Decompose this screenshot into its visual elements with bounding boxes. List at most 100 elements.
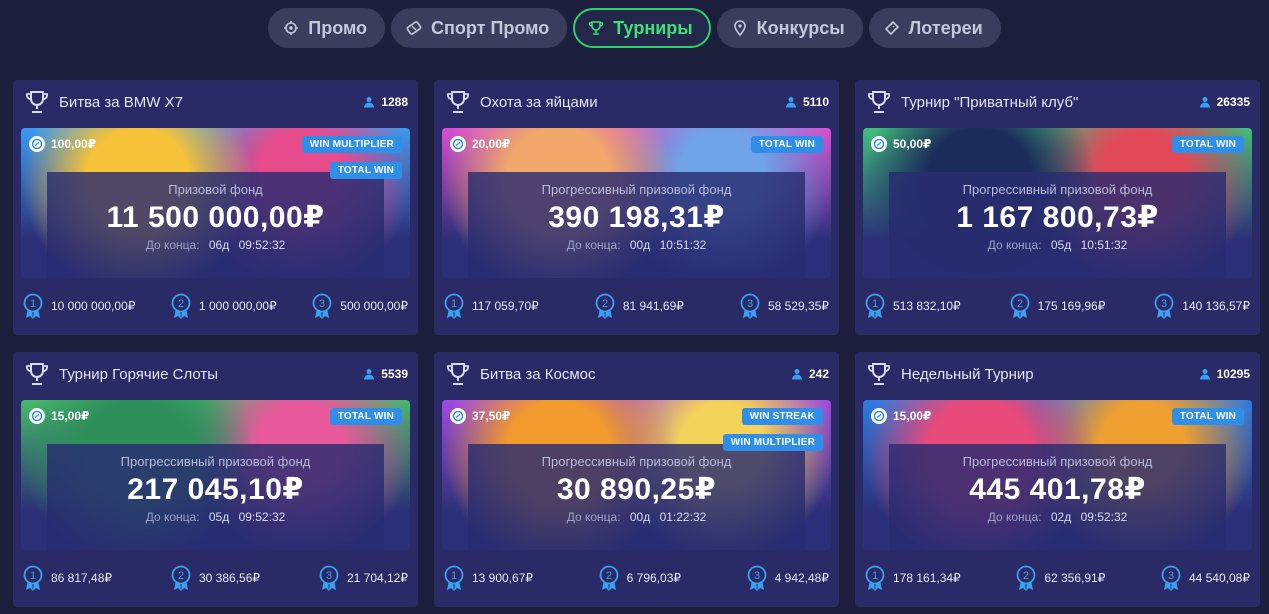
- prize-amount: 175 169,96₽: [1037, 299, 1106, 313]
- bet-value: 15,00₽: [51, 409, 90, 423]
- prize-places: 1 10 000 000,00₽ 2 1 000 000,00₽ 3 500 000,00…: [23, 292, 408, 320]
- tournament-banner[interactable]: 37,50₽ WIN STREAK WIN MULTIPLIER Прогресс…: [442, 400, 831, 550]
- svg-text:2: 2: [1023, 570, 1029, 582]
- countdown: До конца: 06д 09:52:32: [21, 238, 410, 252]
- tournament-card[interactable]: Охота за яйцами 5110 20,00₽ TOTAL WIN Пр…: [434, 80, 839, 335]
- tab-contests[interactable]: Конкурсы: [716, 8, 863, 48]
- tab-label: Турниры: [613, 17, 693, 38]
- prize-place-3: 3 58 529,35₽: [740, 293, 829, 319]
- medal-1-icon: 1: [865, 565, 885, 591]
- tournament-card[interactable]: Битва за BMW X7 1288 100,00₽ WIN MULTIPL…: [13, 80, 418, 335]
- prize-place-1: 1 513 832,10₽: [865, 293, 961, 319]
- medal-3-icon: 3: [747, 565, 767, 591]
- card-header: Турнир "Приватный клуб" 26335: [865, 88, 1250, 116]
- countdown-days: 05д: [1050, 238, 1072, 252]
- tab-promo[interactable]: Промо: [268, 8, 386, 48]
- prize-place-1: 1 86 817,48₽: [23, 565, 112, 591]
- tab-sport-promo[interactable]: Спорт Промо: [391, 8, 568, 48]
- tournament-banner[interactable]: 100,00₽ WIN MULTIPLIER TOTAL WIN Призовой…: [21, 128, 410, 278]
- svg-text:2: 2: [606, 570, 612, 582]
- coin-icon: [29, 408, 45, 424]
- card-header: Турнир Горячие Слоты 5539: [23, 360, 408, 388]
- countdown-label: До конца:: [566, 510, 621, 524]
- prize-fund-label: Прогрессивный призовой фонд: [962, 454, 1153, 469]
- prize-fund-label: Прогрессивный призовой фонд: [541, 454, 732, 469]
- tab-lotteries[interactable]: Лотереи: [868, 8, 1001, 48]
- players-value: 5110: [802, 95, 829, 109]
- bet-value: 37,50₽: [472, 409, 511, 423]
- countdown-days: 00д: [629, 238, 651, 252]
- tournament-banner[interactable]: 50,00₽ TOTAL WIN Прогрессивный призовой …: [863, 128, 1252, 278]
- countdown-time: 10:51:32: [1080, 238, 1128, 252]
- prize-place-1: 1 117 059,70₽: [444, 293, 539, 319]
- medal-1-icon: 1: [23, 565, 43, 591]
- prize-amount: 44 540,08₽: [1188, 571, 1250, 585]
- prize-place-1: 1 10 000 000,00₽: [23, 293, 135, 319]
- medal-1-icon: 1: [865, 293, 885, 319]
- tournament-card[interactable]: Битва за Космос 242 37,50₽ WIN STREAK WIN…: [434, 352, 839, 607]
- trophy-icon: [23, 360, 51, 388]
- prize-amount: 513 832,10₽: [893, 299, 961, 313]
- user-icon: [791, 369, 802, 380]
- bet-value: 50,00₽: [893, 137, 932, 151]
- medal-3-icon: 3: [1154, 293, 1174, 319]
- players-count: 242: [791, 367, 829, 381]
- svg-text:1: 1: [30, 298, 36, 310]
- svg-text:3: 3: [319, 298, 325, 310]
- svg-text:3: 3: [1168, 570, 1174, 582]
- card-title: Битва за Космос: [480, 365, 596, 383]
- card-title: Турнир "Приватный клуб": [901, 93, 1079, 111]
- min-bet: 20,00₽: [450, 136, 510, 152]
- players-count: 26335: [1199, 95, 1250, 109]
- mode-badge: TOTAL WIN: [329, 408, 402, 425]
- badge-list: WIN MULTIPLIER TOTAL WIN: [301, 136, 402, 179]
- players-value: 10295: [1216, 367, 1250, 381]
- coin-icon: [450, 408, 466, 424]
- tournament-card[interactable]: Турнир Горячие Слоты 5539 15,00₽ TOTAL W…: [13, 352, 418, 607]
- prize-fund-amount: 390 198,31₽: [548, 201, 725, 234]
- prize-amount: 500 000,00₽: [340, 299, 408, 313]
- prize-place-2: 2 1 000 000,00₽: [171, 293, 277, 319]
- min-bet: 15,00₽: [29, 408, 89, 424]
- prize-places: 1 178 161,34₽ 2 62 356,91₽ 3 44 540,08₽: [865, 564, 1250, 592]
- card-title: Охота за яйцами: [480, 93, 598, 111]
- card-title: Турнир Горячие Слоты: [59, 365, 219, 383]
- players-value: 5539: [381, 367, 408, 381]
- prize-places: 1 513 832,10₽ 2 175 169,96₽ 3 140 136,57₽: [865, 292, 1250, 320]
- coin-icon: [29, 136, 45, 152]
- prize-fund-amount: 1 167 800,73₽: [956, 201, 1159, 234]
- prize-amount: 13 900,67₽: [472, 571, 534, 585]
- tab-label: Спорт Промо: [431, 17, 550, 38]
- mode-badge: WIN MULTIPLIER: [722, 434, 823, 451]
- badge-list: TOTAL WIN: [1171, 408, 1244, 425]
- players-value: 26335: [1216, 95, 1250, 109]
- mode-badge: TOTAL WIN: [1171, 136, 1244, 153]
- countdown-time: 09:52:32: [1080, 510, 1128, 524]
- prize-fund-amount: 445 401,78₽: [969, 473, 1146, 506]
- prize-amount: 117 059,70₽: [472, 299, 539, 313]
- ticket-icon: [883, 19, 901, 37]
- tab-label: Промо: [308, 17, 368, 38]
- prize-place-3: 3 4 942,48₽: [747, 565, 829, 591]
- svg-text:3: 3: [747, 298, 753, 310]
- trophy-icon: [865, 88, 893, 116]
- card-header: Битва за BMW X7 1288: [23, 88, 408, 116]
- players-count: 5110: [785, 95, 829, 109]
- coin-icon: [871, 408, 887, 424]
- medal-3-icon: 3: [312, 293, 332, 319]
- tournament-banner[interactable]: 20,00₽ TOTAL WIN Прогрессивный призовой …: [442, 128, 831, 278]
- mode-badge: TOTAL WIN: [1171, 408, 1244, 425]
- countdown-time: 09:52:32: [238, 238, 286, 252]
- trophy-icon: [23, 88, 51, 116]
- tournament-card[interactable]: Турнир "Приватный клуб" 26335 50,00₽ TOT…: [855, 80, 1260, 335]
- svg-text:3: 3: [1161, 298, 1167, 310]
- prize-amount: 1 000 000,00₽: [198, 299, 277, 313]
- tournament-card[interactable]: Недельный Турнир 10295 15,00₽ TOTAL WIN …: [855, 352, 1260, 607]
- tournament-banner[interactable]: 15,00₽ TOTAL WIN Прогрессивный призовой …: [863, 400, 1252, 550]
- tournament-banner[interactable]: 15,00₽ TOTAL WIN Прогрессивный призовой …: [21, 400, 410, 550]
- prize-places: 1 117 059,70₽ 2 81 941,69₽ 3 58 529,35₽: [444, 292, 829, 320]
- svg-text:3: 3: [326, 570, 332, 582]
- tab-tournaments[interactable]: Турниры: [573, 8, 711, 48]
- prize-place-2: 2 62 356,91₽: [1016, 565, 1105, 591]
- mode-badge: WIN STREAK: [741, 408, 823, 425]
